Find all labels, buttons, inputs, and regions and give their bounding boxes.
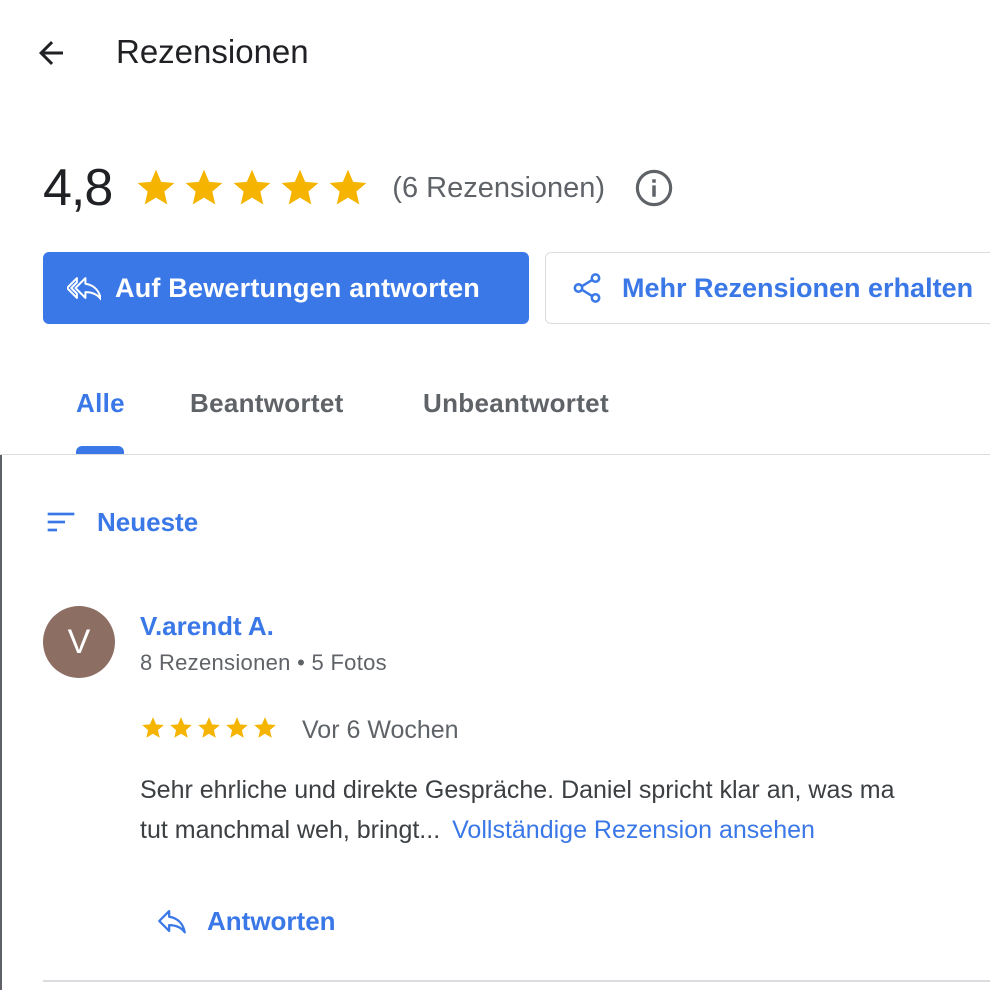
tab-unanswered[interactable]: Unbeantwortet	[423, 388, 609, 419]
sort-icon	[47, 512, 75, 532]
review-text: Sehr ehrliche und direkte Gespräche. Dan…	[140, 770, 990, 850]
star-icon	[230, 166, 274, 210]
rating-value: 4,8	[43, 159, 113, 217]
star-icon	[278, 166, 322, 210]
star-icon	[224, 715, 250, 746]
rating-stars	[134, 166, 370, 210]
reviews-page: Rezensionen 4,8 (6 Rezensionen) Auf Bewe…	[0, 0, 990, 990]
back-button[interactable]	[26, 28, 76, 78]
review-tabs: Alle Beantwortet Unbeantwortet	[0, 370, 990, 455]
reply-to-reviews-label: Auf Bewertungen antworten	[115, 272, 481, 303]
reply-to-reviews-button[interactable]: Auf Bewertungen antworten	[43, 252, 529, 324]
reviewer-name[interactable]: V.arendt A.	[140, 611, 274, 642]
star-icon	[196, 715, 222, 746]
star-icon	[182, 166, 226, 210]
star-icon	[168, 715, 194, 746]
divider	[43, 980, 990, 982]
reply-all-icon	[67, 277, 101, 301]
tab-all[interactable]: Alle	[76, 388, 125, 419]
share-icon	[573, 273, 601, 303]
sort-label: Neueste	[97, 506, 199, 537]
sort-button[interactable]: Neueste	[45, 500, 198, 544]
reviewer-meta: 8 Rezensionen • 5 Fotos	[140, 650, 387, 675]
star-icon	[134, 166, 178, 210]
tab-answered[interactable]: Beantwortet	[190, 388, 344, 419]
review-text-truncated: tut manchmal weh, bringt...	[140, 816, 441, 844]
get-more-reviews-label: Mehr Rezensionen erhalten	[622, 272, 974, 303]
reply-label: Antworten	[207, 905, 336, 936]
full-review-link[interactable]: Vollständige Rezension ansehen	[452, 816, 815, 844]
active-tab-indicator	[76, 446, 124, 454]
star-icon	[252, 715, 278, 746]
review-text-line: Sehr ehrliche und direkte Gespräche. Dan…	[140, 776, 895, 804]
star-icon	[326, 166, 370, 210]
info-icon	[635, 169, 673, 207]
review-date: Vor 6 Wochen	[302, 715, 459, 744]
page-title: Rezensionen	[116, 33, 309, 70]
avatar[interactable]: V	[43, 606, 115, 678]
review-count: (6 Rezensionen)	[392, 171, 606, 204]
header: Rezensionen	[0, 0, 990, 105]
reply-button[interactable]: Antworten	[155, 900, 336, 942]
rating-summary: 4,8 (6 Rezensionen)	[43, 155, 675, 221]
review-text-line: tut manchmal weh, bringt... Vollständige …	[140, 810, 990, 850]
arrow-back-icon	[39, 41, 63, 65]
panel-edge	[0, 455, 2, 990]
review-stars	[140, 715, 278, 746]
info-button[interactable]	[633, 167, 675, 209]
get-more-reviews-button[interactable]: Mehr Rezensionen erhalten	[545, 252, 990, 324]
star-icon	[140, 715, 166, 746]
reply-icon	[158, 909, 186, 934]
review-rating: Vor 6 Wochen	[140, 710, 459, 750]
